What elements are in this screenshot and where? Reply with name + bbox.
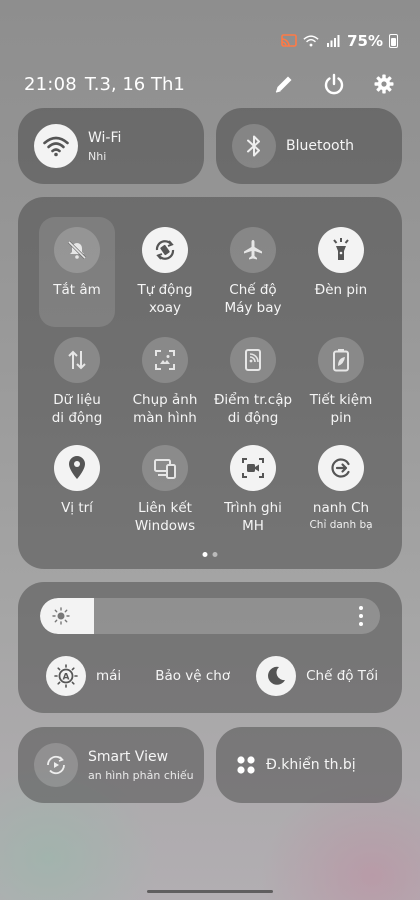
airplane-icon <box>244 240 262 260</box>
quick-share-icon <box>331 458 350 478</box>
tile-label: Vị trí <box>61 500 93 516</box>
tile-sublabel: Chỉ danh bạ <box>309 519 373 531</box>
tile-screen-recorder[interactable]: Trình ghi MH <box>207 445 299 535</box>
wifi-tile[interactable]: Wi-Fi Nhi <box>18 108 204 184</box>
tile-label: Trình ghi MH <box>224 500 282 534</box>
hotspot-icon <box>245 349 261 371</box>
battery-percent: 75% <box>347 32 383 50</box>
tile-battery-saver[interactable]: Tiết kiệm pin <box>295 337 387 427</box>
tile-mobile-data[interactable]: Dữ liệu di động <box>31 337 123 427</box>
tile-label: Chế độ Máy bay <box>224 282 282 316</box>
tile-label: Chụp ảnh màn hình <box>132 392 198 426</box>
tile-label: Tiết kiệm pin <box>309 392 373 426</box>
tile-label: Tắt âm <box>53 282 101 298</box>
auto-rotate-icon <box>155 240 175 260</box>
mobile-data-icon <box>68 350 86 370</box>
clock-time: 21:08 <box>24 73 77 95</box>
smart-view-toggle[interactable] <box>34 743 78 787</box>
tile-flashlight[interactable]: Đèn pin <box>295 227 387 299</box>
panel-header: 21:08 T.3, 16 Th1 <box>24 70 396 98</box>
smart-view-tile[interactable]: Smart View an hình phản chiếu <box>18 727 204 803</box>
wifi-title: Wi-Fi <box>88 129 122 146</box>
sun-icon <box>52 607 70 625</box>
dark-mode-button[interactable] <box>256 656 297 696</box>
settings-button[interactable] <box>372 72 396 96</box>
device-control-title: Đ.khiển th.bị <box>266 757 356 773</box>
tile-screenshot[interactable]: Chụp ảnh màn hình <box>119 337 211 427</box>
tile-auto-rotate[interactable]: Tự động xoay <box>119 227 211 317</box>
page-dot <box>212 552 218 557</box>
screen-recorder-icon <box>242 458 264 478</box>
edit-button[interactable] <box>272 72 296 96</box>
tile-airplane[interactable]: Chế độ Máy bay <box>207 227 299 317</box>
adaptive-brightness-icon: A <box>54 664 78 688</box>
moon-icon <box>268 666 286 685</box>
screenshot-icon <box>155 350 175 370</box>
pencil-icon <box>275 76 292 93</box>
header-actions <box>272 72 396 96</box>
tile-label: Tự động xoay <box>137 282 193 316</box>
wifi-network: Nhi <box>88 149 107 163</box>
home-indicator[interactable] <box>147 890 273 893</box>
gear-icon <box>374 74 394 94</box>
adaptive-brightness-label: mái <box>96 668 122 684</box>
tile-quick-share[interactable]: nanh Ch Chỉ danh bạ <box>295 445 387 531</box>
smart-view-title: Smart View <box>88 748 169 765</box>
flashlight-icon <box>333 238 349 260</box>
dark-mode-label: Chế độ Tối <box>306 668 379 684</box>
wifi-icon <box>43 136 69 157</box>
bluetooth-tile[interactable]: Bluetooth <box>216 108 402 184</box>
wifi-call-icon <box>303 34 319 48</box>
battery-saver-icon <box>333 349 349 372</box>
link-windows-icon <box>154 459 176 479</box>
cast-icon <box>281 34 297 48</box>
bluetooth-toggle[interactable] <box>232 124 276 168</box>
device-control-tile[interactable]: Đ.khiển th.bị <box>216 727 402 803</box>
device-control-icon <box>237 756 255 774</box>
location-icon <box>69 456 85 479</box>
smart-view-subtitle: an hình phản chiếu <box>88 768 194 782</box>
wifi-toggle[interactable] <box>34 124 78 168</box>
brightness-slider[interactable] <box>40 598 380 634</box>
power-button[interactable] <box>322 72 346 96</box>
adaptive-brightness-button[interactable]: A <box>46 656 86 696</box>
tile-link-windows[interactable]: Liên kết Windows <box>119 445 211 535</box>
page-indicator <box>202 552 218 557</box>
tile-label: nanh Ch <box>312 500 370 516</box>
mute-icon <box>67 240 87 260</box>
tile-location[interactable]: Vị trí <box>31 445 123 517</box>
signal-icon <box>325 34 341 48</box>
more-options-button[interactable] <box>358 606 364 626</box>
power-icon <box>324 73 344 95</box>
quick-settings-grid: Tắt âm Tự động xoay Chế độ Máy bay Đèn p… <box>18 197 402 569</box>
tile-label: Liên kết Windows <box>134 500 196 534</box>
status-bar: 75% <box>281 30 398 52</box>
tile-label: Dữ liệu di động <box>51 392 103 426</box>
eye-comfort-label[interactable]: Bảo vệ chơ <box>155 668 230 684</box>
brightness-card: A mái Bảo vệ chơ Chế độ Tối <box>18 582 402 713</box>
tile-mute[interactable]: Tắt âm <box>31 227 123 299</box>
smart-view-icon <box>47 755 65 775</box>
bluetooth-title: Bluetooth <box>286 138 354 154</box>
tile-label: Đèn pin <box>314 282 368 298</box>
svg-text:A: A <box>63 673 70 683</box>
bluetooth-icon <box>247 135 260 157</box>
clock-date: T.3, 16 Th1 <box>84 73 185 95</box>
battery-icon <box>389 34 398 48</box>
tile-label: Điểm tr.cập di động <box>213 392 293 426</box>
display-options-row: A mái Bảo vệ chơ Chế độ Tối <box>46 656 380 696</box>
tile-hotspot[interactable]: Điểm tr.cập di động <box>207 337 299 427</box>
page-dot-active <box>202 552 208 557</box>
